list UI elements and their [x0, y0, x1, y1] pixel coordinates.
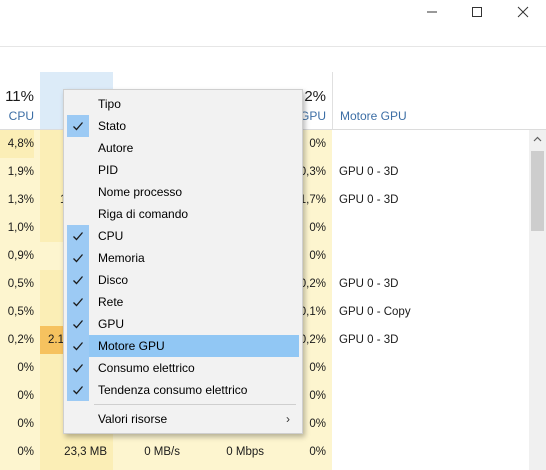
- checkmark-icon: [67, 115, 89, 137]
- checkmark-icon: [67, 291, 89, 313]
- menu-item-autore[interactable]: Autore: [67, 137, 299, 159]
- table-cell: 1,9%: [7, 166, 34, 178]
- menu-separator: [94, 404, 296, 405]
- minimize-icon: [427, 11, 437, 13]
- table-cell: GPU 0 - 3D: [339, 166, 399, 178]
- menu-item-label: Rete: [98, 295, 124, 309]
- chevron-up-icon: [533, 136, 542, 141]
- maximize-icon: [472, 7, 482, 17]
- menu-item-label: Tipo: [98, 97, 121, 111]
- table-cell: 0,5%: [7, 306, 34, 318]
- menu-item-nome-processo[interactable]: Nome processo: [67, 181, 299, 203]
- gpu-percent: 2%: [304, 88, 326, 105]
- checkmark-icon: [67, 313, 89, 335]
- table-cell: 1,3%: [7, 194, 34, 206]
- table-cell: 0 Mbps: [226, 446, 264, 458]
- scroll-up-button[interactable]: [529, 130, 546, 147]
- menu-item-label: Stato: [98, 119, 127, 133]
- menu-bar: [0, 28, 546, 46]
- table-cell: 0%: [309, 446, 326, 458]
- chevron-right-icon: ›: [286, 412, 290, 426]
- menu-item-label: Valori risorse: [98, 412, 168, 426]
- checkmark-icon: [67, 269, 89, 291]
- table-cell: 0 MB/s: [144, 446, 180, 458]
- menu-item-label: Memoria: [98, 251, 145, 265]
- gpu-engine-column: GPU 0 - 3D GPU 0 - 3D GPU 0 - 3D GPU 0 -…: [332, 130, 529, 470]
- table-cell: 0%: [17, 362, 34, 374]
- scrollbar-thumb[interactable]: [531, 151, 544, 231]
- checkmark-icon: [67, 357, 89, 379]
- cpu-column: 4,8% 1,9% 1,3% 1,0% 0,9% 0,5% 0,5% 0,2% …: [0, 130, 40, 470]
- table-cell: GPU 0 - 3D: [339, 278, 399, 290]
- table-cell: 0%: [17, 418, 34, 430]
- minimize-button[interactable]: [409, 0, 455, 24]
- checkmark-icon: [67, 225, 89, 247]
- menu-item-memoria[interactable]: Memoria: [67, 247, 299, 269]
- gpu-engine-column-header[interactable]: Motore GPU: [332, 72, 546, 130]
- menu-item-motore-gpu[interactable]: Motore GPU: [67, 335, 299, 357]
- title-bar: [0, 0, 546, 28]
- checkmark-icon: [67, 247, 89, 269]
- table-cell: 0,9%: [7, 250, 34, 262]
- menu-item-label: CPU: [98, 229, 124, 243]
- menu-item-label: Consumo elettrico: [98, 361, 195, 375]
- memory-cell-highlight: [40, 242, 63, 270]
- menu-item-tipo[interactable]: Tipo: [67, 93, 299, 115]
- cpu-label: CPU: [8, 109, 34, 123]
- table-cell: GPU 0 - 3D: [339, 194, 399, 206]
- cpu-column-header[interactable]: 11% CPU: [0, 72, 40, 130]
- table-cell: 0%: [17, 446, 34, 458]
- table-cell: 0,2%: [7, 334, 34, 346]
- menu-item-gpu[interactable]: GPU: [67, 313, 299, 335]
- table-cell: 1,0%: [7, 222, 34, 234]
- table-cell: 2.1: [48, 334, 64, 346]
- table-cell: 0,5%: [7, 278, 34, 290]
- table-cell: 4,8%: [0, 130, 34, 158]
- vertical-scrollbar[interactable]: [529, 130, 546, 470]
- gpu-label: GPU: [299, 109, 326, 123]
- table-cell: GPU 0 - Copy: [339, 306, 411, 318]
- checkmark-icon: [67, 379, 89, 401]
- menu-item-label: Autore: [98, 141, 134, 155]
- menu-item-disco[interactable]: Disco: [67, 269, 299, 291]
- menu-item-label: Nome processo: [98, 185, 183, 199]
- menu-item-label: Tendenza consumo elettrico: [98, 383, 248, 397]
- menu-item-rete[interactable]: Rete: [67, 291, 299, 313]
- tab-bar: [0, 47, 546, 73]
- menu-item-label: Riga di comando: [98, 207, 189, 221]
- table-cell: 0%: [17, 390, 34, 402]
- menu-item-tendenza-consumo-elettrico[interactable]: Tendenza consumo elettrico: [67, 379, 299, 401]
- menu-item-valori-risorse[interactable]: Valori risorse ›: [67, 408, 299, 430]
- close-icon: [517, 6, 529, 18]
- maximize-button[interactable]: [454, 0, 500, 24]
- menu-item-label: Motore GPU: [98, 339, 165, 353]
- menu-item-consumo-elettrico[interactable]: Consumo elettrico: [67, 357, 299, 379]
- menu-item-pid[interactable]: PID: [67, 159, 299, 181]
- menu-item-cpu[interactable]: CPU: [67, 225, 299, 247]
- menu-item-stato[interactable]: Stato: [67, 115, 299, 137]
- gpu-engine-label: Motore GPU: [340, 109, 407, 123]
- menu-item-label: PID: [98, 163, 119, 177]
- table-cell: 23,3 MB: [64, 446, 107, 458]
- table-cell: GPU 0 - 3D: [339, 334, 399, 346]
- menu-item-label: GPU: [98, 317, 125, 331]
- menu-item-label: Disco: [98, 273, 129, 287]
- column-context-menu: Tipo Stato Autore PID Nome processo Riga…: [63, 89, 303, 434]
- checkmark-icon: [67, 335, 89, 357]
- cpu-percent: 11%: [5, 88, 34, 105]
- close-button[interactable]: [500, 0, 546, 24]
- menu-item-riga-di-comando[interactable]: Riga di comando: [67, 203, 299, 225]
